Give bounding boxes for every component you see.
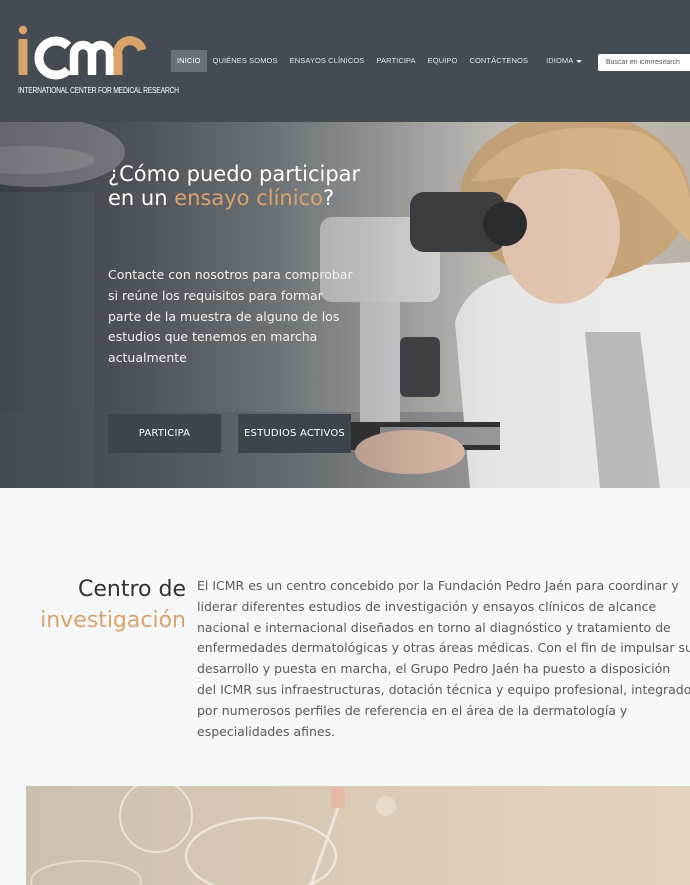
lab-glassware-image — [26, 786, 690, 885]
nav-item-contactenos[interactable]: CONTÁCTENOS — [463, 50, 534, 72]
description-line: del ICMR sus infraestructuras, dotación … — [197, 681, 690, 697]
section-title-line1: Centro de — [78, 577, 186, 602]
description-line: desarrollo y puesta en marcha, el Grupo … — [197, 661, 671, 677]
logo-mark — [18, 25, 146, 80]
logo-subtitle: INTERNATIONAL CENTER FOR MEDICAL RESEARC… — [18, 86, 179, 95]
hero-title-accent: ensayo clínico — [174, 186, 323, 210]
hero-title: ¿Cómo puedo participar en un ensayo clín… — [108, 162, 361, 210]
description-line: liderar diferentes estudios de investiga… — [197, 598, 657, 614]
glassware-illustration — [30, 786, 396, 885]
chevron-down-icon — [576, 59, 583, 63]
hero-description: Contacte con nosotros para comprobar si … — [108, 267, 353, 366]
language-dropdown[interactable]: IDIOMA — [540, 50, 588, 72]
hero-banner: ¿Cómo puedo participar en un ensayo clín… — [0, 122, 690, 488]
description-line: especialidades afines. — [197, 723, 336, 739]
description-line: enfermedades dermatológicas y otras área… — [197, 640, 690, 656]
nav-item-equipo[interactable]: EQUIPO — [422, 50, 464, 72]
description-line: El ICMR es un centro concebido por la Fu… — [197, 578, 679, 593]
estudios-activos-button[interactable]: ESTUDIOS ACTIVOS — [238, 414, 351, 453]
nav-item-quienes-somos[interactable]: QUIÉNES SOMOS — [207, 50, 284, 72]
search-input[interactable] — [598, 54, 690, 71]
participa-button[interactable]: PARTICIPA — [108, 414, 221, 453]
section-description: El ICMR es un centro concebido por la Fu… — [197, 576, 690, 742]
nav-item-ensayos-clinicos[interactable]: ENSAYOS CLÍNICOS — [284, 50, 371, 72]
description-line: nacional e internacional diseñados en to… — [197, 619, 671, 635]
section-title-accent: investigación — [40, 608, 186, 633]
main-nav: INICIO QUIÉNES SOMOS ENSAYOS CLÍNICOS PA… — [171, 50, 610, 72]
nav-item-inicio[interactable]: INICIO — [171, 50, 207, 72]
section-title: Centro de investigación — [0, 574, 186, 636]
description-line: por numerosos perfiles de referencia en … — [197, 702, 628, 718]
nav-item-participa[interactable]: PARTICIPA — [370, 50, 421, 72]
language-label: IDIOMA — [546, 56, 574, 65]
site-header: INTERNATIONAL CENTER FOR MEDICAL RESEARC… — [0, 0, 690, 122]
